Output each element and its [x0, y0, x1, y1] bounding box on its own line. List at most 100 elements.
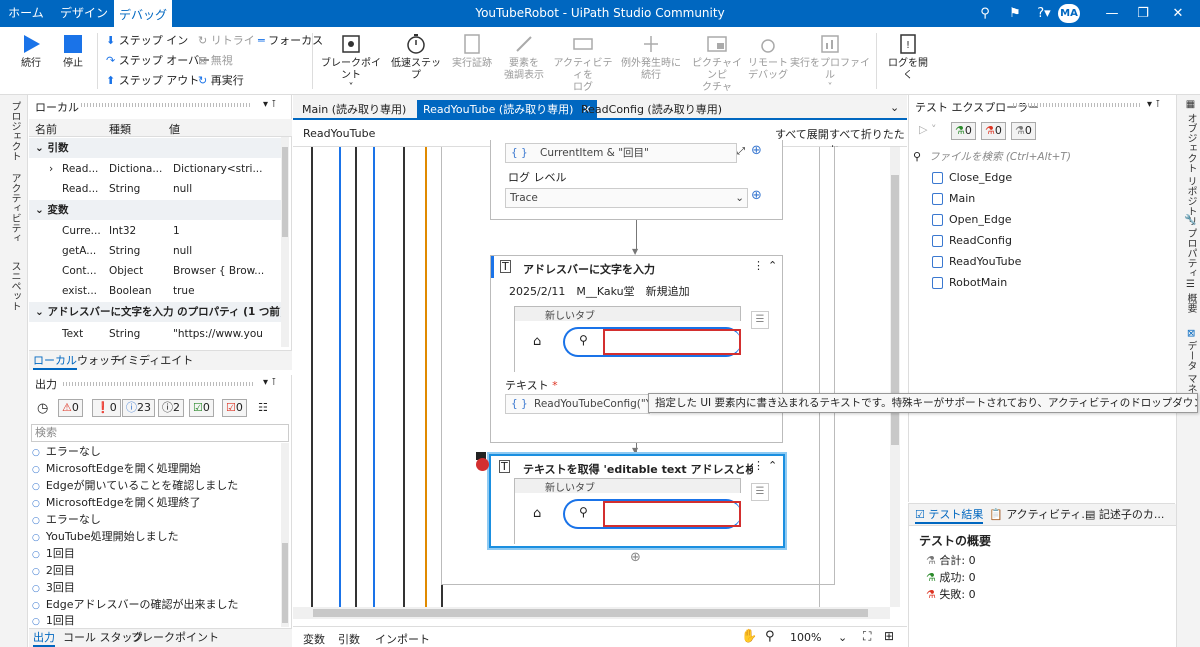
tab-watch[interactable]: ウォッチ: [77, 352, 121, 370]
section-props[interactable]: ⌄ アドレスバーに文字を入力 のプロパティ (1 つ前): [29, 302, 281, 322]
panel-menu-icon[interactable]: ▾ ⊺: [263, 99, 276, 110]
tab-descriptors[interactable]: ▤ 記述子のカ...: [1085, 506, 1164, 524]
table-row[interactable]: Text String "https://www.you: [29, 324, 281, 344]
collapse-icon[interactable]: ⌃: [768, 259, 777, 272]
run-tests-icon[interactable]: ▷ ˅: [919, 123, 936, 136]
activities-panel-tab[interactable]: アクティビティ: [7, 173, 22, 243]
project-panel-tab[interactable]: プロジェクト: [7, 101, 22, 161]
remote-debug-button[interactable]: リモート デバッグ: [748, 33, 788, 82]
filter-warnings[interactable]: ❗0: [92, 399, 121, 417]
canvas-vertical-scrollbar[interactable]: [890, 147, 900, 607]
tab-readyoutube[interactable]: ReadYouTube (読み取り専用) ✕: [417, 100, 598, 119]
avatar[interactable]: MA: [1058, 4, 1080, 23]
activity-title[interactable]: アドレスバーに文字を入力: [523, 261, 753, 277]
restart-button[interactable]: ↻ 再実行: [198, 73, 244, 89]
filter-info[interactable]: ⓘ23: [122, 399, 155, 417]
snippets-panel-tab[interactable]: スニペット: [7, 261, 22, 311]
tab-immediate[interactable]: イミディエイト: [117, 352, 193, 370]
object-repository-tab[interactable]: ▦ オブジェクト リポジトリ: [1183, 99, 1198, 226]
tab-locals[interactable]: ローカル: [33, 352, 77, 370]
step-over-button[interactable]: ↷ ステップ オーバー: [106, 53, 210, 69]
breakpoint-marker[interactable]: [476, 452, 490, 472]
focus-button[interactable]: ═ フォーカス: [258, 33, 323, 49]
list-settings-icon[interactable]: ☷: [258, 401, 268, 414]
picture-in-picture-button[interactable]: ピクチャインピ クチャ: [688, 33, 746, 94]
table-row[interactable]: › Read... Dictiona... Dictionary<stri...: [29, 159, 281, 179]
type-into-activity[interactable]: T アドレスバーに文字を入力 ⋮ ⌃ 2025/2/11 M__Kaku堂 新規…: [490, 255, 783, 443]
canvas-horizontal-scrollbar[interactable]: [293, 607, 890, 619]
log-level-select[interactable]: Trace ⌄: [505, 188, 748, 208]
log-message-field[interactable]: { } CurrentItem & "回目": [505, 143, 737, 163]
properties-tab[interactable]: 🔧 プロパティ: [1183, 213, 1198, 278]
list-item[interactable]: Open_Edge: [932, 211, 1012, 229]
list-item[interactable]: ReadYouTube: [932, 253, 1021, 271]
get-text-activity[interactable]: T テキストを取得 'editable text アドレスと検索バー' ⋮ ⌃ …: [489, 454, 785, 548]
search-icon[interactable]: ⚲: [970, 0, 1000, 27]
filter-success[interactable]: ☑0: [189, 399, 214, 417]
tab-readconfig[interactable]: ReadConfig (読み取り専用): [575, 100, 728, 119]
execution-trail-button[interactable]: 実行証跡: [448, 33, 496, 70]
list-item[interactable]: Close_Edge: [932, 169, 1012, 187]
outline-tab[interactable]: ☰ 概要: [1183, 279, 1198, 313]
filter-trace[interactable]: ⓘ2: [158, 399, 184, 417]
activity-menu-icon[interactable]: ⋮: [753, 259, 764, 272]
continue-button[interactable]: 続行: [14, 33, 48, 70]
filter-failed[interactable]: ☑0: [222, 399, 247, 417]
step-in-button[interactable]: ⬇ ステップ イン: [106, 33, 188, 49]
fit-screen-icon[interactable]: ⛶: [863, 629, 871, 644]
menu-tab-home[interactable]: ホーム: [0, 0, 52, 27]
expand-editor-icon[interactable]: ⤢: [737, 146, 745, 157]
tab-main[interactable]: Main (読み取り専用): [296, 100, 412, 119]
log-message-activity[interactable]: { } CurrentItem & "回目" ⤢ ⊕ ログ レベル Trace ⌄ …: [490, 140, 783, 220]
list-item[interactable]: Main: [932, 190, 975, 208]
locals-scrollbar[interactable]: [281, 137, 289, 347]
filter-errors[interactable]: ⚠0: [58, 399, 83, 417]
table-row[interactable]: Curre... Int32 1: [29, 221, 281, 241]
ignore-button[interactable]: ⊠ 無視: [198, 53, 233, 69]
profile-execution-button[interactable]: 実行をプロファイル ˅: [790, 33, 870, 94]
table-row[interactable]: Cont... Object Browser { Brow...: [29, 261, 281, 281]
tab-activities[interactable]: 📋 アクティビティ...: [989, 506, 1092, 524]
stop-button[interactable]: 停止: [56, 33, 90, 70]
text-field[interactable]: { }ReadYouTubeConfig("You: [505, 394, 650, 414]
zoom-icon[interactable]: ⚲: [765, 629, 775, 644]
feedback-icon[interactable]: ⚑: [1000, 0, 1030, 27]
breakpoints-button[interactable]: ブレークポイント ˅: [318, 33, 384, 94]
list-item[interactable]: ReadConfig: [932, 232, 1012, 250]
failed-filter[interactable]: ⚗0: [981, 122, 1006, 140]
step-out-button[interactable]: ⬆ ステップ アウト: [106, 73, 199, 89]
panel-menu-icon[interactable]: ▾ ⊺: [1147, 99, 1160, 110]
passed-filter[interactable]: ⚗0: [951, 122, 976, 140]
clock-icon[interactable]: ◷: [37, 401, 48, 416]
element-menu-icon[interactable]: ☰: [751, 483, 769, 501]
list-item[interactable]: RobotMain: [932, 274, 1007, 292]
activity-title[interactable]: テキストを取得 'editable text アドレスと検索バー': [523, 461, 753, 477]
maximize-icon[interactable]: ❐: [1128, 0, 1158, 27]
close-icon[interactable]: ✕: [1163, 0, 1193, 27]
slow-step-button[interactable]: 低速ステップ: [388, 33, 444, 82]
test-search-input[interactable]: ファイルを検索 (Ctrl+Alt+T): [929, 149, 1169, 165]
table-row[interactable]: Read... String null: [29, 179, 281, 199]
add-activity-icon[interactable]: ⊕: [630, 550, 641, 565]
overview-icon[interactable]: ⊞: [884, 629, 894, 643]
imports-tab[interactable]: インポート: [375, 631, 430, 647]
log-activities-button[interactable]: アクティビティを ログ: [550, 33, 616, 94]
tab-output[interactable]: 出力: [33, 629, 55, 647]
breadcrumb[interactable]: ReadYouTube: [303, 127, 375, 140]
tab-test-results[interactable]: ☑ テスト結果: [915, 506, 984, 524]
expand-all-link[interactable]: すべて展開: [775, 126, 829, 142]
panel-menu-icon[interactable]: ▾ ⊺: [263, 377, 276, 388]
add-icon[interactable]: ⊕: [751, 143, 762, 158]
add-icon[interactable]: ⊕: [751, 188, 762, 203]
continue-on-exception-button[interactable]: 例外発生時に 続行: [618, 33, 684, 82]
table-row[interactable]: getA... String null: [29, 241, 281, 261]
section-vars[interactable]: ⌄ 変数: [29, 200, 281, 220]
section-args[interactable]: ⌄ 引数: [29, 138, 281, 158]
collapse-icon[interactable]: ⌃: [768, 459, 777, 472]
output-search-input[interactable]: 検索: [31, 424, 289, 442]
retry-button[interactable]: ↻ リトライ: [198, 33, 255, 49]
element-menu-icon[interactable]: ☰: [751, 311, 769, 329]
highlight-elements-button[interactable]: 要素を 強調表示: [500, 33, 548, 82]
arguments-tab[interactable]: 引数: [338, 631, 360, 647]
zoom-dropdown-icon[interactable]: ⌄: [838, 631, 847, 644]
